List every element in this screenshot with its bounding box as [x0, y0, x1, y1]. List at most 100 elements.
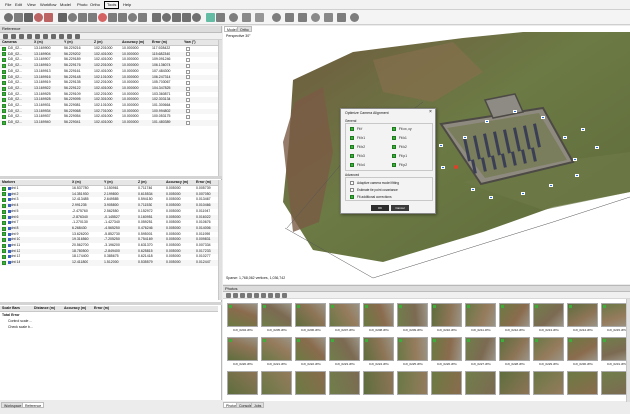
camera-checkbox[interactable] [2, 86, 6, 91]
camera-checkbox[interactable] [2, 103, 6, 108]
grid-icon[interactable] [298, 13, 307, 22]
settings-icon[interactable] [19, 34, 24, 39]
marker-checkbox[interactable] [2, 226, 6, 231]
menu-view[interactable]: View [25, 1, 38, 9]
brush-icon[interactable] [88, 13, 97, 22]
camera-yaw-checkbox[interactable] [186, 86, 190, 91]
camera-yaw-checkbox[interactable] [186, 92, 190, 97]
photo-thumbnail[interactable] [499, 337, 530, 361]
param-checkbox[interactable] [392, 127, 396, 131]
camera-yaw-checkbox[interactable] [186, 115, 190, 120]
marker-checkbox[interactable] [2, 243, 6, 248]
camera-marker-icon[interactable] [471, 188, 475, 191]
photo-thumbnail[interactable] [329, 303, 360, 327]
marker-checkbox[interactable] [2, 220, 6, 225]
marker-checkbox[interactable] [2, 255, 6, 260]
marker-checkbox[interactable] [2, 209, 6, 214]
camera-marker-icon[interactable] [489, 196, 493, 199]
camera-checkbox[interactable] [2, 120, 6, 125]
splitter[interactable] [0, 176, 222, 179]
move-icon[interactable] [128, 13, 137, 22]
cameras-scrollbar[interactable] [218, 40, 222, 176]
photo-thumbnail[interactable] [295, 303, 326, 327]
camera-header[interactable]: Z (m) [94, 40, 103, 46]
camera-yaw-checkbox[interactable] [186, 63, 190, 68]
photo-thumbnail[interactable] [397, 337, 428, 361]
camera-yaw-checkbox[interactable] [186, 98, 190, 103]
camera-yaw-checkbox[interactable] [186, 52, 190, 57]
param-checkbox[interactable] [350, 127, 354, 131]
photo-thumbnail[interactable] [533, 337, 564, 361]
photo-thumbnail[interactable] [397, 303, 428, 327]
camera-checkbox[interactable] [2, 52, 6, 57]
camera-header[interactable]: Y (m) [64, 40, 73, 46]
zoom-in-icon[interactable] [152, 13, 161, 22]
photo-thumbnail[interactable] [363, 371, 394, 395]
photo-thumbnail[interactable] [261, 371, 292, 395]
save-icon[interactable] [24, 13, 33, 22]
marker-header[interactable]: X (m) [72, 180, 81, 186]
photo-thumbnail[interactable] [329, 337, 360, 361]
redo-icon[interactable] [44, 13, 53, 22]
light-icon[interactable] [324, 13, 333, 22]
navigate-icon[interactable] [192, 13, 201, 22]
photo-thumbnail[interactable] [363, 303, 394, 327]
photo-thumbnail[interactable] [499, 371, 530, 395]
photo-thumbnail[interactable] [465, 303, 496, 327]
param-checkbox[interactable] [350, 163, 354, 167]
photo-thumbnail[interactable] [431, 337, 462, 361]
marker-checkbox[interactable] [2, 203, 6, 208]
photo-thumbnail[interactable] [601, 303, 626, 327]
enable-icon[interactable] [268, 293, 273, 298]
splitter[interactable] [0, 302, 222, 305]
photo-thumbnail[interactable] [295, 337, 326, 361]
camera-yaw-checkbox[interactable] [186, 103, 190, 108]
camera-header[interactable]: Cameras [2, 40, 17, 46]
advanced-checkbox[interactable] [350, 188, 354, 192]
cancel-button[interactable]: Cancel [391, 205, 409, 211]
camera-checkbox[interactable] [2, 109, 6, 114]
camera-marker-icon[interactable] [573, 158, 577, 161]
camera-yaw-checkbox[interactable] [186, 75, 190, 80]
camera-checkbox[interactable] [2, 75, 6, 80]
view-errors-icon[interactable] [59, 34, 64, 39]
photo-thumbnail[interactable] [499, 303, 530, 327]
shape-icon[interactable] [216, 13, 225, 22]
marker-checkbox[interactable] [2, 192, 6, 197]
camera-marker-icon[interactable] [549, 184, 553, 187]
scalebar-header[interactable]: Accuracy (m) [64, 306, 86, 312]
param-checkbox[interactable] [392, 154, 396, 158]
rotate-right-icon[interactable] [240, 293, 245, 298]
camera-checkbox[interactable] [2, 46, 6, 51]
tab-reference[interactable]: Reference [22, 402, 45, 408]
camera-checkbox[interactable] [2, 115, 6, 120]
camera-yaw-checkbox[interactable] [186, 58, 190, 63]
reset-icon[interactable] [43, 34, 48, 39]
menu-edit[interactable]: Edit [13, 1, 24, 9]
photo-thumbnail[interactable] [601, 371, 626, 395]
photo-thumbnail[interactable] [261, 303, 292, 327]
photo-thumbnail[interactable] [227, 371, 258, 395]
param-checkbox[interactable] [392, 145, 396, 149]
tab-workspace[interactable]: Workspace [1, 402, 25, 408]
photo-thumbnail[interactable] [601, 337, 626, 361]
param-checkbox[interactable] [392, 163, 396, 167]
camera-yaw-checkbox[interactable] [186, 69, 190, 74]
fit-icon[interactable] [172, 13, 181, 22]
camera-yaw-checkbox[interactable] [186, 80, 190, 85]
photo-thumbnail[interactable] [295, 371, 326, 395]
camera-marker-icon[interactable] [463, 136, 467, 139]
mesh-icon[interactable] [242, 13, 251, 22]
camera-row[interactable]: DJI_02... 13.169940 56.229041 102.401000 10.… [0, 120, 218, 126]
param-checkbox[interactable] [350, 145, 354, 149]
camera-checkbox[interactable] [2, 80, 6, 85]
camera-marker-icon[interactable] [581, 128, 585, 131]
new-icon[interactable] [4, 13, 13, 22]
delete-icon[interactable] [98, 13, 107, 22]
photo-thumbnail[interactable] [465, 371, 496, 395]
import-icon[interactable] [3, 34, 8, 39]
scalebar-header[interactable]: Distance (m) [34, 306, 55, 312]
camera-header[interactable]: Error (m) [152, 40, 167, 46]
view-mode-icon[interactable] [282, 293, 287, 298]
update-icon[interactable] [27, 34, 32, 39]
